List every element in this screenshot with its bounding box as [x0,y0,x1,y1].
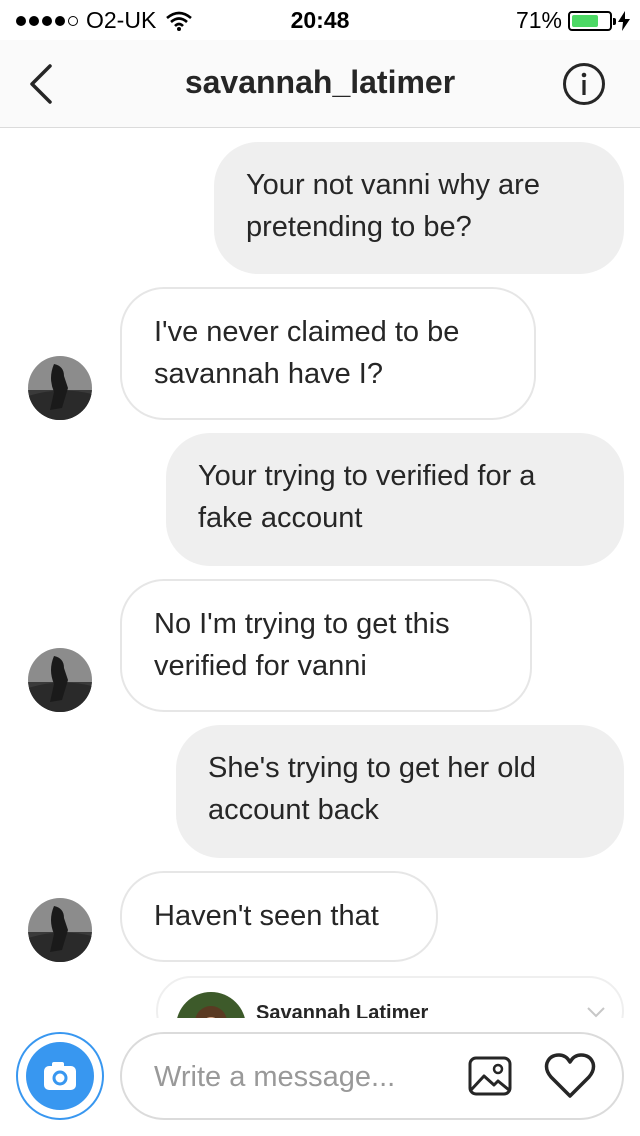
battery-icon [568,10,616,31]
message-bubble-incoming[interactable]: I've never claimed to be savannah have I… [120,287,536,420]
message-bubble-outgoing[interactable]: Your trying to verified for a fake accou… [166,433,624,566]
shared-profile-card[interactable]: Savannah Latimer [156,976,624,1018]
conversation-header: savannah_latimer [0,40,640,128]
status-bar: O2-UK 20:48 71% [0,0,640,40]
message-text-line: I've never claimed to be [154,316,460,348]
camera-icon [44,1062,76,1090]
message-text-line: savannah have I? [154,358,383,390]
gallery-icon[interactable] [466,1052,514,1100]
avatar[interactable] [28,648,92,712]
avatar[interactable] [28,356,92,420]
message-composer [0,1018,640,1136]
message-text-line: No I'm trying to get this [154,608,450,640]
status-right: 71% [516,7,630,34]
shared-profile-avatar [176,992,246,1018]
message-text-line: verified for vanni [154,650,367,682]
message-text-line: Haven't seen that [154,900,379,932]
message-text-line: account back [208,794,379,826]
message-thread[interactable]: Your not vanni why are pretending to be?… [0,128,640,1018]
message-text-line: fake account [198,502,363,534]
heart-icon[interactable] [544,1052,596,1100]
message-text-line: Your not vanni why are [246,169,540,201]
message-text-line: pretending to be? [246,211,472,243]
message-bubble-outgoing[interactable]: Your not vanni why are pretending to be? [214,142,624,274]
message-text-line: Your trying to verified for a [198,460,536,492]
charging-bolt-icon [618,10,630,31]
message-bubble-incoming[interactable]: Haven't seen that [120,871,438,962]
battery-percent: 71% [515,7,562,33]
chevron-down-icon [587,1007,605,1018]
info-button[interactable] [562,62,606,106]
info-icon [563,63,605,105]
message-bubble-incoming[interactable]: No I'm trying to get this verified for v… [120,579,532,712]
avatar[interactable] [28,898,92,962]
shared-profile-name: Savannah Latimer [256,1002,429,1018]
camera-button[interactable] [16,1032,104,1120]
conversation-title[interactable]: savannah_latimer [0,64,640,101]
message-bubble-outgoing[interactable]: She's trying to get her old account back [176,725,624,858]
message-input-container [120,1032,624,1120]
message-text-line: She's trying to get her old [208,752,536,784]
message-input[interactable] [152,1052,456,1102]
